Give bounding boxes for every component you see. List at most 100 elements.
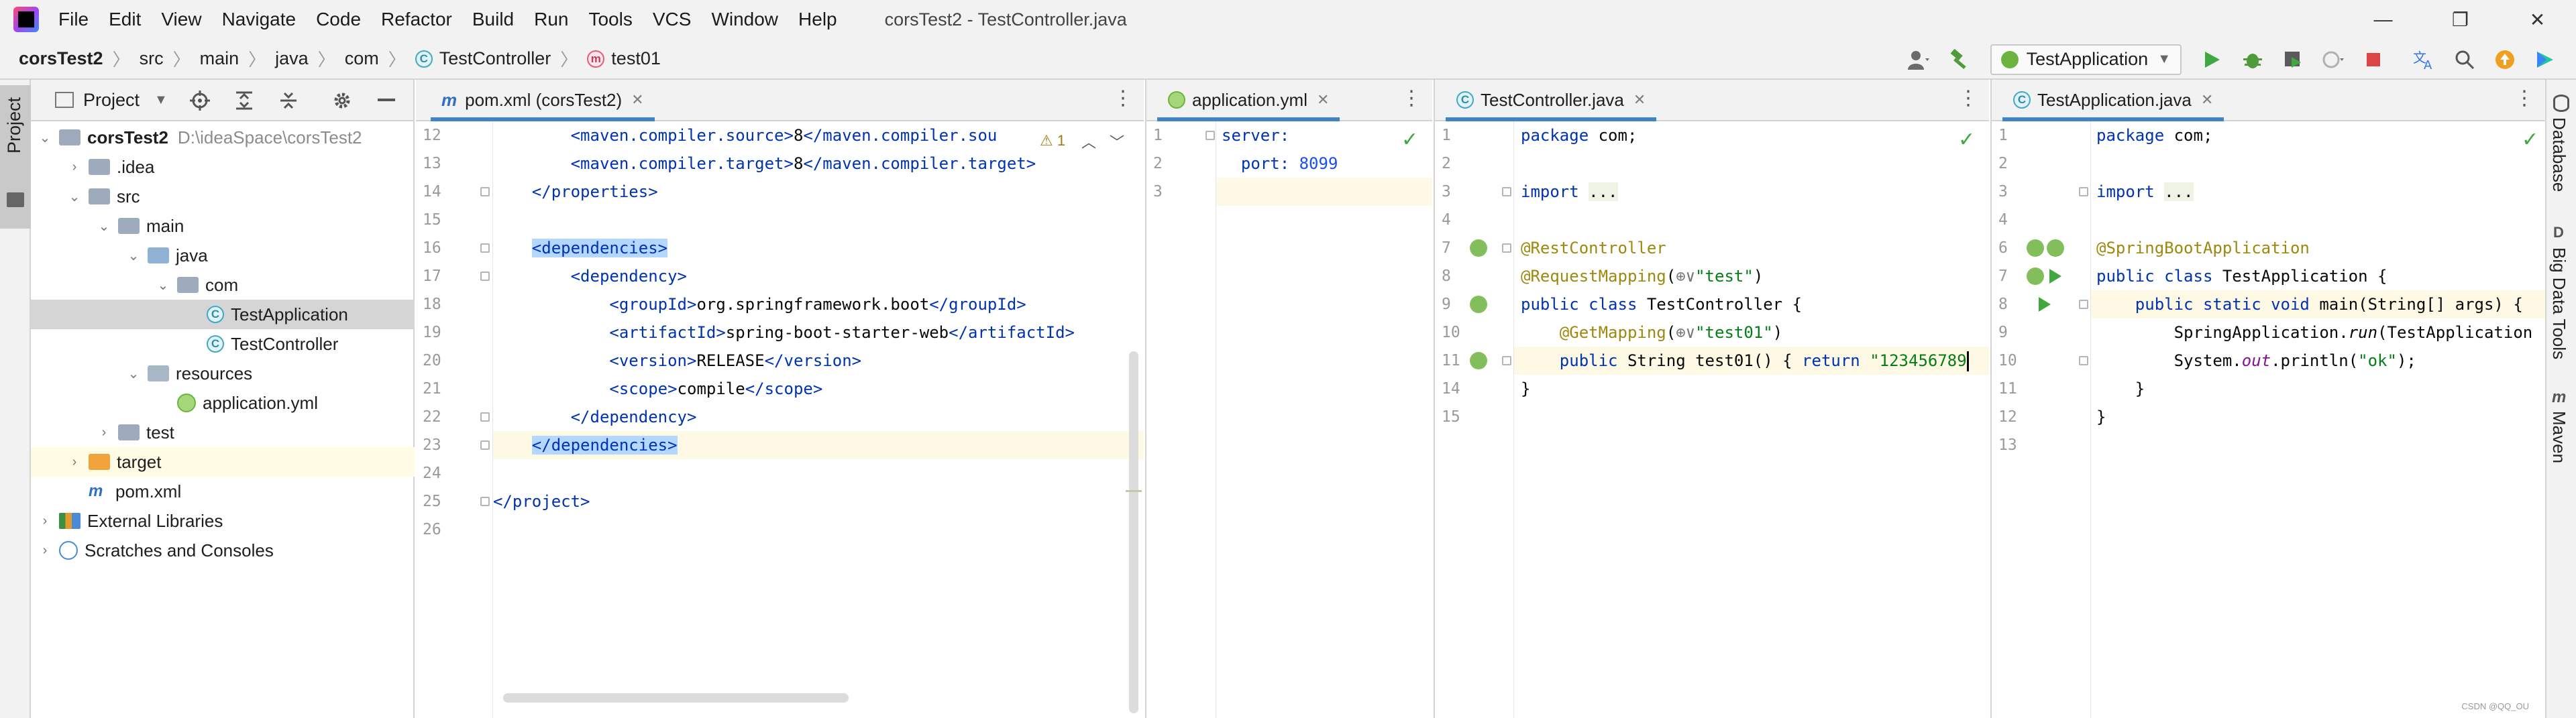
search-icon[interactable] [2447,42,2482,77]
spring-bean-icon[interactable] [1470,296,1487,313]
tree-item[interactable]: › target [31,447,415,477]
translate-icon[interactable]: 文A [2407,42,2442,77]
hide-panel-icon[interactable] [369,83,404,118]
code-area-controller[interactable]: package com; import ... @RestController … [1514,121,1989,718]
chevron-down-icon[interactable]: ⌄ [125,365,142,382]
fold-marker-icon[interactable] [1502,356,1511,365]
breadcrumb-main[interactable]: main [200,48,239,69]
fold-marker-icon[interactable] [480,412,490,422]
tool-tab-maven[interactable]: Maven [2548,411,2569,463]
chevron-up-icon[interactable]: ︿ [1081,131,1096,152]
chevron-down-icon[interactable]: ▼ [154,93,168,108]
collapse-all-icon[interactable] [271,83,306,118]
spring-bean-icon[interactable] [2047,239,2064,257]
tree-item[interactable]: › External Libraries [31,506,415,536]
breadcrumb-src[interactable]: src [140,48,164,69]
tab-testapplication-java[interactable]: C TestApplication.java ✕ [2002,80,2224,121]
tool-tab-big-data-tools[interactable]: Big Data Tools [2548,247,2569,359]
more-options-icon[interactable]: ⋮ [1958,86,1978,110]
code-area-yml[interactable]: server: port: 8099 [1216,121,1432,718]
update-icon[interactable] [2487,42,2522,77]
minimize-button[interactable]: — [2345,0,2422,39]
project-tool-tab[interactable]: Project [0,85,31,229]
restore-button[interactable]: ❐ [2422,0,2499,39]
spring-bean-icon[interactable] [1470,352,1487,369]
fold-marker-icon[interactable] [480,497,490,506]
tree-item[interactable]: m pom.xml [31,477,415,506]
close-button[interactable]: ✕ [2499,0,2576,39]
close-tab-icon[interactable]: ✕ [1633,91,1646,109]
tree-item[interactable]: ⌄ src [31,182,415,211]
close-tab-icon[interactable]: ✕ [1317,91,1329,109]
gear-icon[interactable] [325,83,360,118]
run-gutter-icon[interactable] [2039,297,2051,312]
project-panel-title[interactable]: Project [83,90,140,111]
tree-item[interactable]: › .idea [31,152,415,182]
profile-icon[interactable] [2316,42,2351,77]
code-area-pom[interactable]: <maven.compiler.source>8</maven.compiler… [493,121,1144,718]
code-area-application[interactable]: package com; import ... @SpringBootAppli… [2091,121,2545,718]
fold-marker-icon[interactable] [480,243,490,253]
menu-run[interactable]: Run [524,9,578,30]
chevron-right-icon[interactable]: › [66,160,83,175]
menu-help[interactable]: Help [788,9,847,30]
fold-marker-icon[interactable] [2079,187,2088,196]
more-options-icon[interactable]: ⋮ [1113,86,1133,110]
menu-window[interactable]: Window [701,9,788,30]
horizontal-scrollbar[interactable] [503,693,849,703]
tree-item[interactable]: application.yml [31,388,415,418]
locate-icon[interactable] [182,83,217,118]
chevron-down-icon[interactable]: ⌄ [66,188,83,205]
expand-all-icon[interactable] [227,83,262,118]
fold-marker-icon[interactable] [480,187,490,196]
menu-file[interactable]: File [48,9,99,30]
tree-item[interactable]: ⌄ main [31,211,415,241]
tab-testcontroller-java[interactable]: C TestController.java ✕ [1446,80,1657,121]
chevron-down-icon[interactable]: ⌄ [154,277,172,294]
fold-marker-icon[interactable] [1205,131,1215,140]
close-tab-icon[interactable]: ✕ [2201,91,2213,109]
fold-marker-icon[interactable] [480,272,490,281]
more-options-icon[interactable]: ⋮ [1401,86,1421,110]
debug-icon[interactable] [2235,42,2270,77]
close-tab-icon[interactable]: ✕ [631,91,643,109]
menu-tools[interactable]: Tools [578,9,642,30]
tree-item[interactable]: C TestApplication [31,300,415,329]
tool-tab-database[interactable]: Database [2548,117,2569,192]
chevron-right-icon[interactable]: › [36,514,54,529]
breadcrumb-method[interactable]: m test01 [587,48,661,69]
fold-marker-icon[interactable] [480,440,490,450]
menu-code[interactable]: Code [306,9,371,30]
logo-icon[interactable] [2528,42,2563,77]
fold-marker-icon[interactable] [1502,243,1511,253]
spring-bean-icon[interactable] [2027,239,2044,257]
spring-bean-icon[interactable] [1470,239,1487,257]
tree-item[interactable]: C TestController [31,329,415,359]
menu-edit[interactable]: Edit [99,9,151,30]
stop-icon[interactable] [2356,42,2391,77]
chevron-right-icon[interactable]: › [95,425,113,440]
run-config-selector[interactable]: TestApplication ▼ [1990,44,2182,75]
fold-marker-icon[interactable] [2079,300,2088,309]
fold-marker-icon[interactable] [2079,356,2088,365]
tree-item[interactable]: ⌄ java [31,241,415,270]
chevron-down-icon[interactable]: ⌄ [95,218,113,235]
user-icon[interactable] [1902,42,1937,77]
menu-navigate[interactable]: Navigate [212,9,307,30]
coverage-icon[interactable] [2275,42,2310,77]
tree-item[interactable]: ⌄ com [31,270,415,300]
more-options-icon[interactable]: ⋮ [2514,86,2534,110]
tree-item[interactable]: ⌄ resources [31,359,415,388]
vertical-scrollbar[interactable] [1129,351,1138,713]
tree-item[interactable]: ⌄ corsTest2 D:\ideaSpace\corsTest2 [31,123,415,152]
chevron-down-icon[interactable]: ﹀ [1110,131,1124,152]
tab-application-yml[interactable]: application.yml ✕ [1157,80,1340,121]
menu-vcs[interactable]: VCS [643,9,702,30]
chevron-right-icon[interactable]: › [66,455,83,470]
menu-refactor[interactable]: Refactor [371,9,462,30]
chevron-down-icon[interactable]: ⌄ [125,247,142,264]
fold-marker-icon[interactable] [1502,187,1511,196]
breadcrumb-java[interactable]: java [275,48,309,69]
warning-badge[interactable]: ⚠ 1 [1040,132,1065,149]
tab-pom-xml[interactable]: m pom.xml (corsTest2) ✕ [431,80,655,121]
